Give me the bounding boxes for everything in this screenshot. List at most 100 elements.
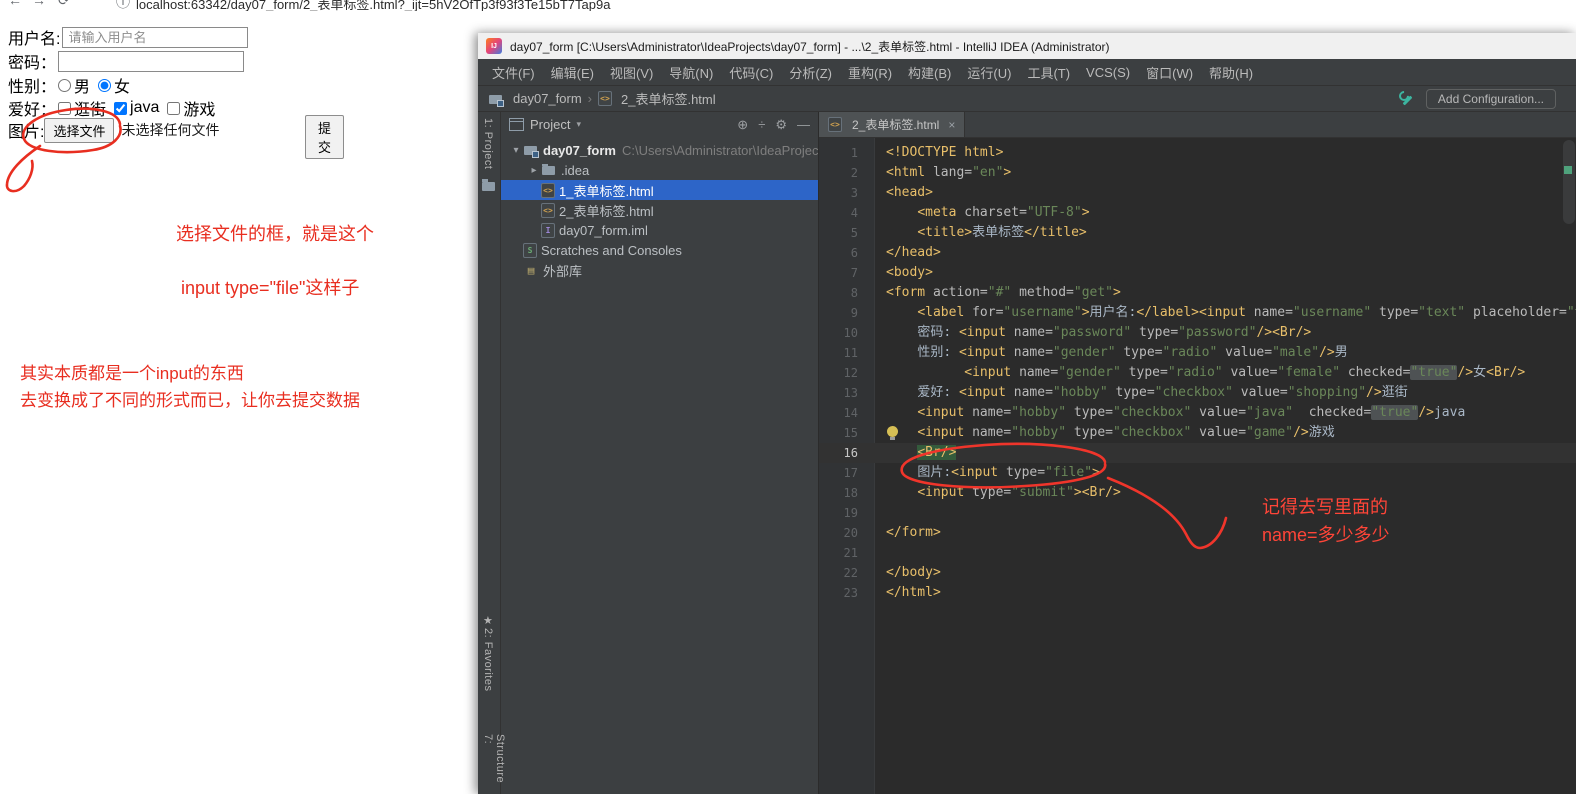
- code-line[interactable]: 3 <head>: [819, 183, 1576, 203]
- menu-item[interactable]: 编辑(E): [543, 63, 602, 82]
- tree-item[interactable]: ▤ 外部库: [501, 260, 818, 280]
- line-number[interactable]: 17: [819, 463, 874, 483]
- line-number[interactable]: 10: [819, 323, 874, 343]
- line-number[interactable]: 5: [819, 223, 874, 243]
- tree-item[interactable]: <> 1_表单标签.html: [501, 180, 818, 200]
- line-number[interactable]: 4: [819, 203, 874, 223]
- intention-bulb-icon[interactable]: [887, 426, 898, 440]
- url-text[interactable]: localhost:63342/day07_form/2_表单标签.html?_…: [136, 0, 610, 11]
- line-number[interactable]: 3: [819, 183, 874, 203]
- tree-item[interactable]: ▸ .idea: [501, 160, 818, 180]
- line-number[interactable]: 18: [819, 483, 874, 503]
- menu-item[interactable]: VCS(S): [1078, 65, 1138, 80]
- line-number[interactable]: 13: [819, 383, 874, 403]
- choose-file-button[interactable]: 选择文件: [44, 117, 115, 143]
- line-number[interactable]: 19: [819, 503, 874, 523]
- code-line[interactable]: 9 <label for="username">用户名:</label><inp…: [819, 303, 1576, 323]
- code-line[interactable]: 8 <form action="#" method="get">: [819, 283, 1576, 303]
- submit-button[interactable]: 提交: [305, 115, 345, 159]
- code-line[interactable]: 4 <meta charset="UTF-8">: [819, 203, 1576, 223]
- menu-item[interactable]: 帮助(H): [1201, 63, 1261, 82]
- menu-item[interactable]: 运行(U): [959, 63, 1019, 82]
- code-line[interactable]: 18 <input type="submit"><Br/>: [819, 483, 1576, 503]
- code-line[interactable]: 5 <title>表单标签</title>: [819, 223, 1576, 243]
- checkbox-游戏[interactable]: [167, 101, 181, 115]
- username-input[interactable]: [62, 26, 249, 48]
- refresh-icon[interactable]: ⟳: [58, 0, 70, 9]
- radio-男[interactable]: [58, 78, 72, 92]
- hide-panel-icon[interactable]: —: [797, 117, 810, 133]
- chevron-down-icon[interactable]: ▾: [576, 119, 581, 130]
- menu-item[interactable]: 窗口(W): [1138, 63, 1201, 82]
- menu-item[interactable]: 文件(F): [484, 63, 543, 82]
- line-number[interactable]: 11: [819, 343, 874, 363]
- menu-item[interactable]: 分析(Z): [781, 63, 840, 82]
- code-line[interactable]: 20 </form>: [819, 523, 1576, 543]
- breadcrumb-module[interactable]: day07_form: [488, 91, 582, 107]
- locate-icon[interactable]: ⊕: [737, 117, 748, 133]
- forward-icon[interactable]: →: [32, 0, 46, 8]
- line-number[interactable]: 9: [819, 303, 874, 323]
- menu-item[interactable]: 工具(T): [1019, 63, 1078, 82]
- add-configuration-button[interactable]: Add Configuration...: [1425, 88, 1556, 109]
- line-number[interactable]: 8: [819, 283, 874, 303]
- code-line[interactable]: 19: [819, 503, 1576, 523]
- code-line[interactable]: 16 <Br/>: [819, 443, 1576, 463]
- tool-button-structure[interactable]: 7: Structure: [482, 734, 506, 794]
- tree-item[interactable]: ▾ day07_form C:\Users\Administrator\IdeaPr…: [501, 140, 818, 160]
- tree-item[interactable]: <> 2_表单标签.html: [501, 200, 818, 220]
- code-line[interactable]: 1 <!DOCTYPE html>: [819, 143, 1576, 163]
- project-tool-icon[interactable]: [482, 179, 495, 191]
- line-number[interactable]: 2: [819, 163, 874, 183]
- code-line[interactable]: 14 <input name="hobby" type="checkbox" v…: [819, 403, 1576, 423]
- tree-item[interactable]: Iday07_form.iml: [501, 220, 818, 240]
- line-number[interactable]: 1: [819, 143, 874, 163]
- tree-item[interactable]: S Scratches and Consoles: [501, 240, 818, 260]
- code-line[interactable]: 21: [819, 543, 1576, 563]
- menu-item[interactable]: 导航(N): [661, 63, 721, 82]
- tool-button-favorites[interactable]: 2: Favorites: [482, 628, 494, 691]
- breadcrumb-file[interactable]: <> 2_表单标签.html: [598, 89, 716, 108]
- checkbox-java[interactable]: [114, 101, 128, 115]
- radio-女[interactable]: [98, 78, 112, 92]
- code-line[interactable]: 13 爱好: <input name="hobby" type="checkbo…: [819, 383, 1576, 403]
- browser-address-bar[interactable]: ← → ⟳ ⓘ localhost:63342/day07_form/2_表单标…: [0, 0, 1576, 11]
- code-line[interactable]: 15 <input name="hobby" type="checkbox" v…: [819, 423, 1576, 443]
- build-wrench-icon[interactable]: [1398, 91, 1414, 107]
- line-number[interactable]: 14: [819, 403, 874, 423]
- collapse-icon[interactable]: ÷: [758, 117, 765, 133]
- checkbox-逛街[interactable]: [58, 101, 72, 115]
- line-number[interactable]: 21: [819, 543, 874, 563]
- code-line[interactable]: 6 </head>: [819, 243, 1576, 263]
- close-icon[interactable]: ×: [948, 118, 955, 132]
- code-area[interactable]: 1 <!DOCTYPE html> 2 <html lang="en"> 3 <head>…: [819, 138, 1576, 794]
- menu-item[interactable]: 构建(B): [900, 63, 959, 82]
- code-line[interactable]: 22 </body>: [819, 563, 1576, 583]
- menu-item[interactable]: 视图(V): [602, 63, 661, 82]
- code-line[interactable]: 12 <input name="gender" type="radio" val…: [819, 363, 1576, 383]
- line-number[interactable]: 22: [819, 563, 874, 583]
- password-input[interactable]: [58, 50, 245, 72]
- line-number[interactable]: 7: [819, 263, 874, 283]
- line-number[interactable]: 15: [819, 423, 874, 443]
- code-line[interactable]: 2 <html lang="en">: [819, 163, 1576, 183]
- project-panel-header[interactable]: Project ▾ ⊕ ÷ ⚙ —: [501, 112, 818, 137]
- line-number[interactable]: 20: [819, 523, 874, 543]
- menu-item[interactable]: 代码(C): [721, 63, 781, 82]
- tool-button-project[interactable]: 1: Project: [482, 118, 494, 169]
- gear-icon[interactable]: ⚙: [775, 117, 787, 133]
- line-number[interactable]: 23: [819, 583, 874, 603]
- code-line[interactable]: 7 <body>: [819, 263, 1576, 283]
- menu-item[interactable]: 重构(R): [840, 63, 900, 82]
- expand-arrow-icon[interactable]: ▸: [527, 165, 541, 176]
- idea-title-bar[interactable]: IJ day07_form [C:\Users\Administrator\Id…: [478, 33, 1576, 59]
- back-icon[interactable]: ←: [8, 0, 22, 8]
- editor-tab[interactable]: <> 2_表单标签.html ×: [819, 112, 966, 137]
- code-line[interactable]: 23 </html>: [819, 583, 1576, 603]
- line-number[interactable]: 16: [819, 443, 874, 463]
- code-line[interactable]: 17 图片:<input type="file">: [819, 463, 1576, 483]
- line-number[interactable]: 6: [819, 243, 874, 263]
- code-line[interactable]: 11 性别: <input name="gender" type="radio"…: [819, 343, 1576, 363]
- info-icon[interactable]: ⓘ: [116, 0, 130, 11]
- line-number[interactable]: 12: [819, 363, 874, 383]
